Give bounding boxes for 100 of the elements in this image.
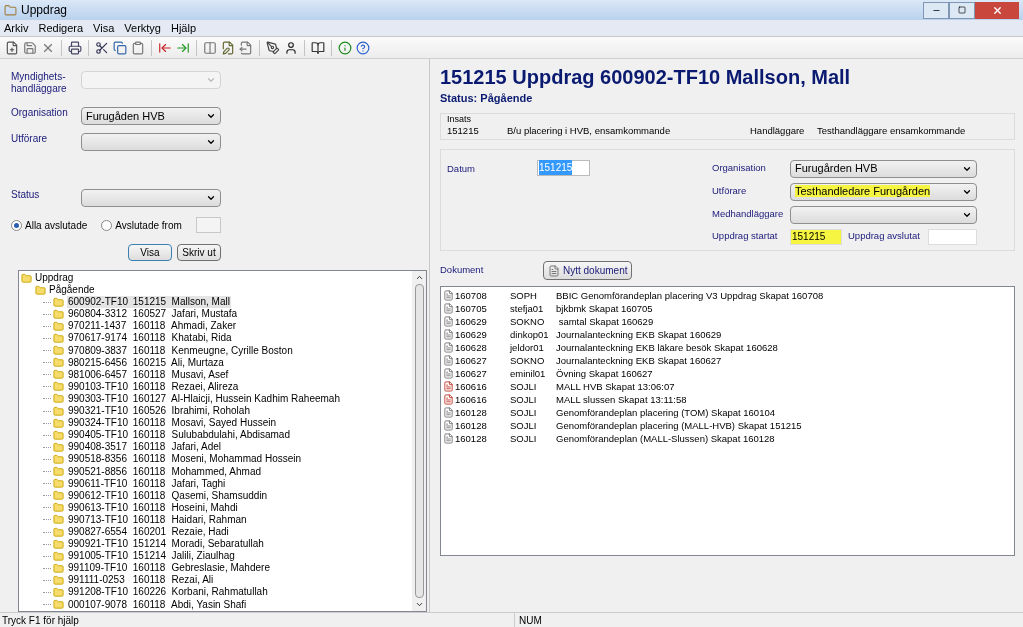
dropdown-field[interactable]: Testhandledare Furugården (790, 182, 977, 201)
field-label: Utförare (11, 133, 49, 145)
menu-item[interactable]: Arkiv (4, 19, 29, 37)
pen-icon[interactable] (266, 40, 280, 55)
folder-icon (53, 599, 64, 611)
document-row[interactable]: 160616 SOJLI MALL HVB Skapat 13:06:07 (443, 379, 1014, 393)
pdf-icon (443, 393, 454, 405)
new-file-icon[interactable] (5, 40, 19, 55)
tree-item[interactable]: 991005-TF10 151214 Jalili, Ziaulhag (67, 550, 236, 563)
document-row[interactable]: 160627 eminil01 Övning Skapat 160627 (443, 366, 1014, 380)
book-icon[interactable] (311, 40, 325, 55)
tree-item[interactable]: 991109-TF10 160118 Gebreslasie, Mahdere (67, 562, 271, 575)
document-icon (443, 302, 454, 314)
tree-item[interactable]: 000107-9078 160118 Abdi, Yasin Shafi (67, 598, 248, 611)
document-row[interactable]: 160128 SOJLI Genomförandeplan placering (MALL-HVB) Skapat 151215 (443, 418, 1014, 432)
document-row[interactable]: 160629 SOKNO samtal Skapat 160629 (443, 314, 1014, 328)
tree-item[interactable]: 990713-TF10 160118 Haidari, Rahman (67, 513, 248, 526)
menu-item[interactable]: Hjälp (171, 19, 197, 37)
print-icon[interactable] (68, 40, 82, 55)
dropdown-field[interactable]: Furugården HVB (790, 159, 977, 178)
tree-item[interactable]: 991111-0253 160118 Rezai, Ali (67, 574, 215, 587)
tree-item[interactable]: 960804-3312 160527 Jafari, Mustafa (67, 308, 239, 321)
section-label: Dokument (440, 263, 485, 278)
tree-item[interactable]: 970617-9174 160118 Khatabi, Rida (67, 332, 233, 345)
status-text: Status: Pågående (440, 91, 534, 106)
tree-item[interactable]: 991208-TF10 160226 Korbani, Rahmatullah (67, 586, 269, 599)
tree-item[interactable]: 990613-TF10 160118 Hoseini, Mahdi (67, 501, 239, 514)
radio-button[interactable] (11, 219, 22, 231)
help-icon[interactable] (356, 40, 370, 55)
tree-item[interactable]: 990324-TF10 160118 Mosavi, Sayed Hussein (67, 417, 278, 430)
person-icon[interactable] (284, 40, 298, 55)
handler-name: Testhandläggare ensamkommande (817, 123, 966, 138)
tree-item[interactable]: 990303-TF10 160127 Al-Hlaicji, Hussein Kadhim Raheemah (67, 392, 341, 406)
date-field[interactable] (928, 228, 977, 245)
info-icon[interactable] (338, 40, 352, 55)
document-icon (443, 432, 454, 444)
document-row[interactable]: 160128 SOJLI Genomförandeplan (MALL-Slussen) Skapat 160128 (443, 431, 1014, 445)
field-label: Datum (447, 161, 476, 176)
handler-label: Handläggare (750, 123, 806, 138)
menu-item[interactable]: Redigera (38, 19, 84, 37)
field-label: Status (11, 189, 41, 201)
tree-item[interactable]: 990321-TF10 160526 Ibrahimi, Roholah (67, 405, 251, 418)
tree-item[interactable]: 990405-TF10 160118 Sulubabdulahi, Abdisamad (67, 429, 291, 442)
action-button[interactable]: Skriv ut (177, 244, 221, 261)
menu-item[interactable]: Visa (93, 19, 115, 37)
tree-item[interactable]: 990921-TF10 151214 Moradi, Sebaratullah (67, 538, 265, 551)
document-row[interactable]: 160708 SOPH BBIC Genomförandeplan placering V3 Uppdrag Skapat 160708 (443, 288, 1014, 302)
close-icon (991, 4, 1003, 16)
maximize-button[interactable] (949, 1, 975, 19)
arrow-left-icon[interactable] (158, 40, 172, 55)
tree-item[interactable]: 990103-TF10 160118 Rezaei, Alireza (67, 380, 240, 393)
tree-item[interactable]: 600902-TF10 151215 Mallson, Mall (67, 296, 231, 309)
num-lock-indicator: NUM (514, 612, 554, 627)
status-help-text: Tryck F1 för hjälp (1, 613, 80, 627)
tree-item[interactable]: Pågående (49, 284, 95, 297)
document-row[interactable]: 160616 SOJLI MALL slussen Skapat 13:11:58 (443, 392, 1014, 406)
save-icon[interactable] (23, 40, 37, 55)
export-icon[interactable] (239, 40, 253, 55)
folder-icon (53, 345, 64, 357)
tree-item[interactable]: 970211-1437 160118 Ahmadi, Zaker (67, 320, 238, 333)
dropdown-field[interactable] (81, 133, 221, 151)
folder-icon (53, 562, 64, 574)
tree-item[interactable]: 990408-3517 160118 Jafari, Adel (67, 441, 223, 454)
paste-icon[interactable] (131, 40, 145, 55)
cut-icon[interactable] (95, 40, 109, 55)
close-button[interactable] (975, 1, 1019, 19)
document-row[interactable]: 160629 dinkop01 Journalanteckning EKB Skapat 160629 (443, 327, 1014, 341)
date-field[interactable]: 151215 (790, 228, 842, 245)
tree-item[interactable]: 981006-6457 160118 Musavi, Asef (67, 368, 230, 381)
radio-button[interactable] (101, 219, 113, 231)
scrollbar[interactable] (412, 271, 426, 611)
menu-item[interactable]: Verktyg (124, 19, 161, 37)
tree-item[interactable]: 990521-8856 160118 Mohammed, Ahmad (67, 465, 263, 478)
document-icon (443, 406, 454, 418)
folder-icon (53, 320, 64, 332)
date-field[interactable] (195, 217, 221, 233)
document-row[interactable]: 160705 stefja01 bjkbmk Skapat 160705 (443, 301, 1014, 315)
tree-item[interactable]: 970809-3837 160118 Kenmeugne, Cyrille Boston (67, 344, 294, 357)
columns-icon[interactable] (203, 40, 217, 55)
action-button[interactable]: Visa (128, 244, 172, 261)
document-row[interactable]: 160128 SOJLI Genomförandeplan placering (TOM) Skapat 160104 (443, 405, 1014, 419)
tree-item[interactable]: 990611-TF10 160118 Jafari, Taghi (67, 477, 227, 490)
dropdown-field[interactable]: Furugåden HVB (81, 107, 221, 125)
dropdown-field[interactable] (790, 205, 977, 224)
minimize-button[interactable] (923, 1, 949, 19)
tree-item[interactable]: Uppdrag (35, 272, 74, 285)
field-label: Organisation (712, 161, 767, 176)
tree-item[interactable]: 990827-6554 160201 Rezaie, Hadi (67, 525, 230, 539)
arrow-right-icon[interactable] (176, 40, 190, 55)
tree-item[interactable]: 980215-6456 160215 Ali, Murtaza (67, 356, 225, 369)
scroll-up-icon[interactable] (414, 273, 424, 282)
scroll-down-icon[interactable] (414, 600, 424, 609)
tree-item[interactable]: 990612-TF10 160118 Qasemi, Shamsuddin (67, 489, 269, 502)
new-document-button[interactable]: Nytt dokument (543, 261, 633, 280)
copy-icon[interactable] (113, 40, 127, 55)
dropdown-field[interactable] (81, 189, 221, 207)
document-row[interactable]: 160627 SOKNO Journalanteckning EKB Skapat 160627 (443, 353, 1014, 367)
tree-item[interactable]: 990518-8356 160118 Moseni, Mohammad Hossein (67, 453, 303, 466)
edit-document-icon[interactable] (221, 40, 235, 55)
document-row[interactable]: 160628 jeldor01 Journalanteckning EKB läkare besök Skapat 160628 (443, 340, 1014, 354)
